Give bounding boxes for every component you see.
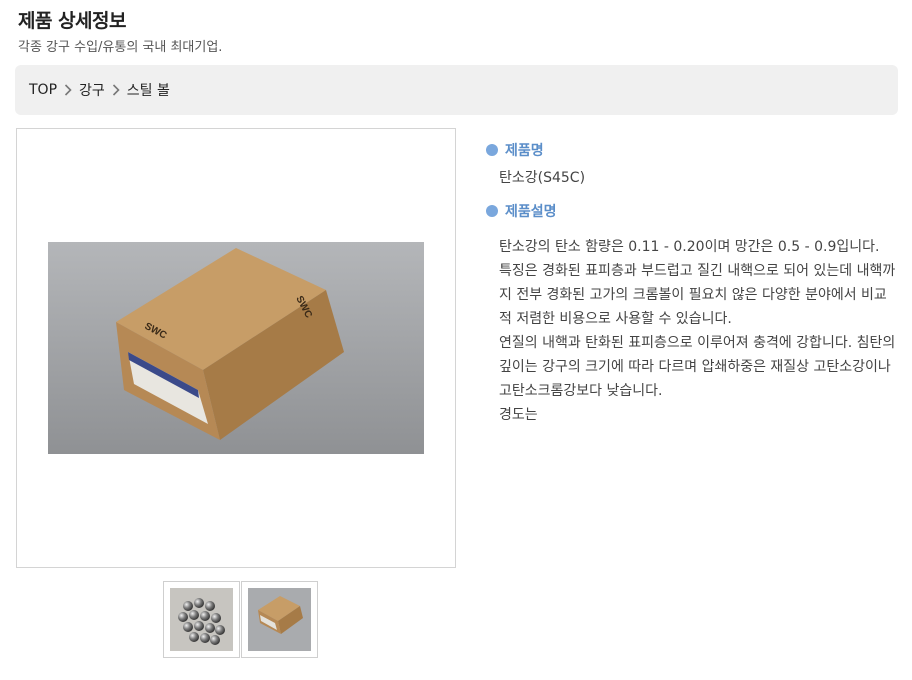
breadcrumb-current[interactable]: 스틸 볼 [127, 80, 170, 100]
product-info: 제품명 탄소강(S45C) 제품설명 탄소강의 탄소 함량은 0.11 - 0.… [486, 140, 896, 427]
product-name-value: 탄소강(S45C) [499, 170, 586, 186]
chevron-right-icon [57, 84, 79, 96]
page-subtitle: 각종 강구 수입/유통의 국내 최대기업. [18, 40, 223, 55]
description-paragraph: 탄소강의 탄소 함량은 0.11 - 0.20이며 망간은 0.5 - 0.9입… [499, 239, 880, 255]
main-image-frame: SWC SWC [16, 128, 456, 568]
breadcrumb-top[interactable]: TOP [29, 82, 57, 98]
breadcrumb: TOP 강구 스틸 볼 [15, 65, 898, 115]
description-paragraph: 경도는 [499, 407, 538, 423]
breadcrumb-category[interactable]: 강구 [79, 80, 105, 100]
product-description-label: 제품설명 [505, 204, 557, 220]
description-paragraph: 연질의 내핵과 탄화된 표피층으로 이루어져 충격에 강합니다. 침탄의 깊이는… [499, 335, 896, 399]
product-box-photo: SWC SWC [48, 242, 424, 454]
steel-balls-photo [170, 588, 233, 651]
bullet-icon [486, 144, 498, 156]
product-box-thumb [248, 588, 311, 651]
product-name-label: 제품명 [505, 143, 544, 159]
thumbnail-steel-balls[interactable] [163, 581, 240, 658]
thumbnail-strip [163, 581, 318, 658]
bullet-icon [486, 205, 498, 217]
thumbnail-box[interactable] [241, 581, 318, 658]
product-description: 탄소강의 탄소 함량은 0.11 - 0.20이며 망간은 0.5 - 0.9입… [499, 235, 896, 427]
description-paragraph: 특징은 경화된 표피층과 부드럽고 질긴 내핵으로 되어 있는데 내핵까지 전부… [499, 263, 896, 327]
product-name-heading: 제품명 [486, 140, 896, 160]
page-title: 제품 상세정보 [18, 10, 127, 32]
chevron-right-icon [105, 84, 127, 96]
product-description-heading: 제품설명 [486, 201, 896, 221]
